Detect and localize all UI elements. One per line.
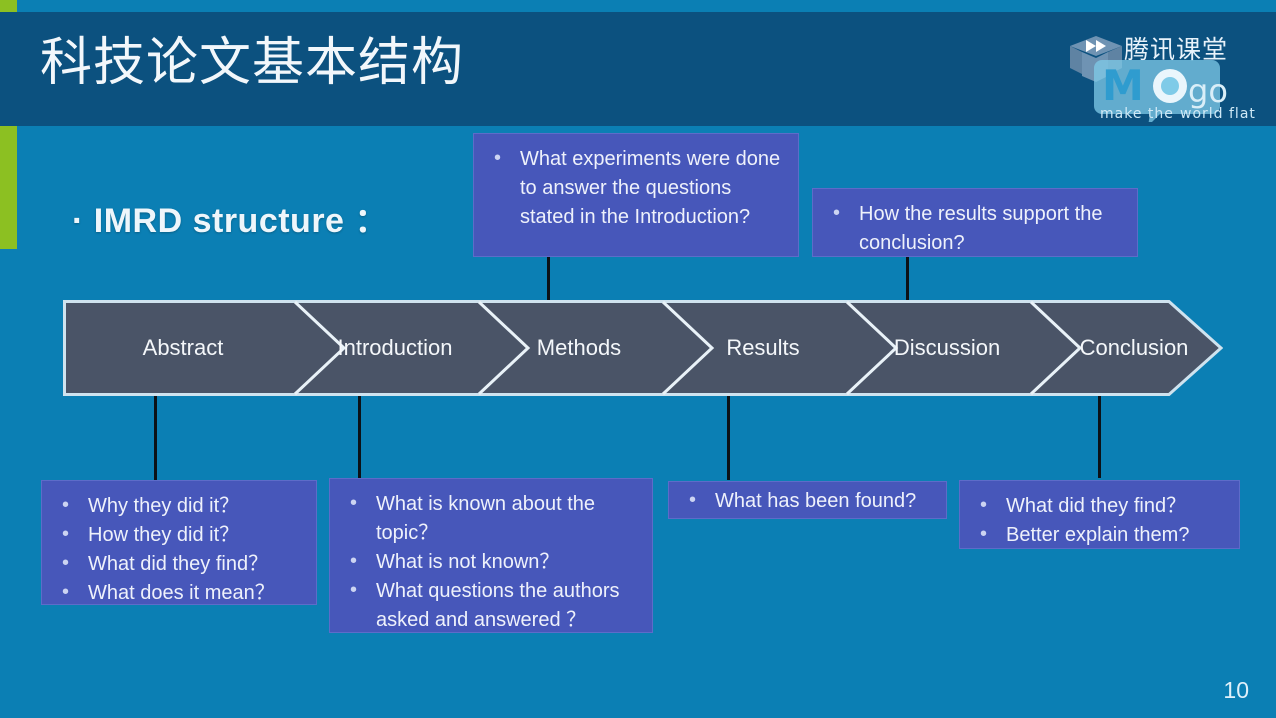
list-item: What did they find？ — [56, 549, 302, 579]
list-item: How the results support the conclusion? — [827, 199, 1123, 258]
list-item: What does it mean？ — [56, 578, 302, 608]
results-callout-list: What has been found? — [683, 486, 932, 516]
svg-text:腾讯课堂: 腾讯课堂 — [1124, 35, 1228, 64]
list-item: What has been found? — [683, 486, 932, 516]
conclusion-callout[interactable]: What did they find？ Better explain them? — [959, 480, 1240, 549]
methods-callout-list: What experiments were done to answer the… — [488, 144, 784, 232]
list-item: How they did it？ — [56, 520, 302, 550]
list-item: What did they find？ — [974, 491, 1225, 521]
tencent-ketang-mogo-logo: 腾讯课堂 M go make the world flat — [1062, 24, 1262, 122]
introduction-callout[interactable]: What is known about the topic？ What is n… — [329, 478, 653, 633]
svg-text:M: M — [1102, 61, 1144, 110]
left-accent-bar-upper — [0, 0, 17, 12]
svg-text:go: go — [1188, 72, 1228, 110]
list-item: What questions the authors asked and ans… — [344, 576, 638, 635]
slide-canvas: 科技论文基本结构 腾讯课堂 M go make the world flat ·… — [0, 0, 1276, 718]
introduction-callout-list: What is known about the topic？ What is n… — [344, 489, 638, 635]
svg-text:make the: make the — [1100, 106, 1174, 122]
connector-introduction — [358, 396, 361, 480]
svg-text:world flat: world flat — [1180, 106, 1256, 122]
list-item: What experiments were done to answer the… — [488, 144, 784, 232]
imrd-heading: · IMRD structure ： — [72, 202, 389, 240]
imrd-process-flow: Abstract Introduction Methods Results Di… — [63, 300, 1223, 396]
discussion-callout-list: How the results support the conclusion? — [827, 199, 1123, 258]
connector-discussion — [906, 256, 909, 302]
results-callout[interactable]: What has been found? — [668, 481, 947, 519]
discussion-callout[interactable]: How the results support the conclusion? — [812, 188, 1138, 257]
list-item: What is not known？ — [344, 547, 638, 577]
connector-results — [727, 396, 730, 480]
list-item: Why they did it？ — [56, 491, 302, 521]
page-title: 科技论文基本结构 — [40, 33, 465, 93]
title-band-top-strip — [0, 0, 1276, 12]
connector-methods — [547, 256, 550, 302]
page-number: 10 — [1223, 677, 1249, 703]
list-item: What is known about the topic？ — [344, 489, 638, 548]
abstract-callout[interactable]: Why they did it？ How they did it？ What d… — [41, 480, 317, 608]
flow-body-shape — [63, 300, 1223, 396]
conclusion-callout-list: What did they find？ Better explain them? — [974, 491, 1225, 550]
left-accent-bar-top-segment — [0, 12, 17, 126]
connector-conclusion — [1098, 396, 1101, 478]
list-item: Better explain them? — [974, 520, 1225, 550]
abstract-callout-list: Why they did it？ How they did it？ What d… — [56, 491, 302, 608]
methods-callout[interactable]: What experiments were done to answer the… — [473, 133, 799, 257]
connector-abstract — [154, 396, 157, 482]
